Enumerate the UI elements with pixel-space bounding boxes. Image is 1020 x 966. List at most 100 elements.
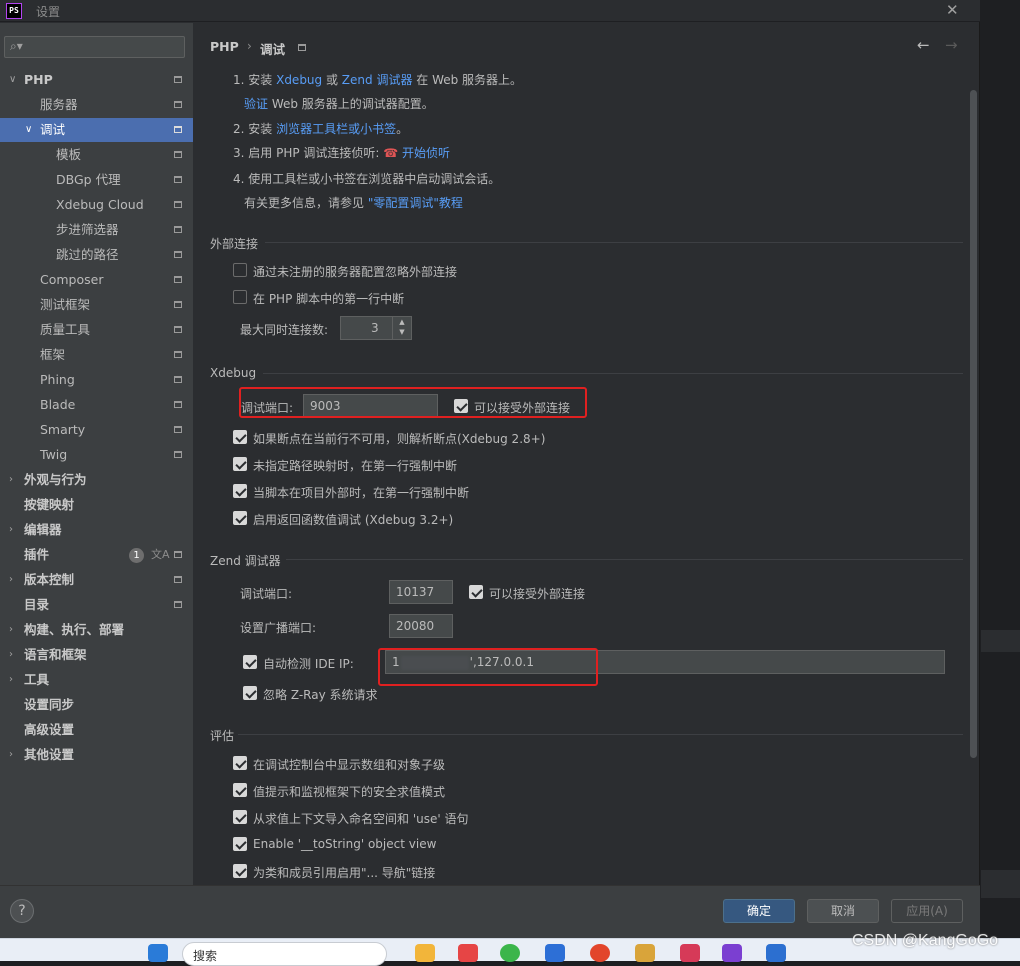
sidebar-item-dbgp[interactable]: DBGp 代理 xyxy=(0,168,193,192)
sidebar-item-test-frameworks[interactable]: 测试框架 xyxy=(0,293,193,317)
resolve-breakpoint-checkbox[interactable] xyxy=(233,430,247,444)
zend-port-label: 调试端口: xyxy=(240,587,293,601)
sidebar-item-tools[interactable]: › 工具 xyxy=(0,668,193,692)
sidebar-item-vcs[interactable]: › 版本控制 xyxy=(0,568,193,592)
zend-link[interactable]: Zend 调试器 xyxy=(342,73,413,87)
app-icon[interactable] xyxy=(680,944,700,962)
taskbar-search-label: 搜索 xyxy=(193,949,218,963)
zend-accept-external-checkbox[interactable] xyxy=(469,585,483,599)
sidebar-item-twig[interactable]: Twig xyxy=(0,443,193,467)
auto-detect-ip-checkbox[interactable] xyxy=(243,655,257,669)
broadcast-port-input[interactable]: 20080 xyxy=(389,614,453,638)
chevron-right-icon: › xyxy=(9,574,13,585)
highlight-annotation xyxy=(239,387,587,418)
xdebug-link[interactable]: Xdebug xyxy=(276,73,322,87)
breadcrumb-current: 调试 xyxy=(260,42,286,57)
close-icon[interactable]: ✕ xyxy=(946,1,959,19)
sidebar-item-build[interactable]: › 构建、执行、部署 xyxy=(0,618,193,642)
import-namespaces-checkbox[interactable] xyxy=(233,810,247,824)
xdebug-heading: Xdebug xyxy=(210,366,257,380)
chrome-icon[interactable] xyxy=(590,944,610,962)
sidebar-item-sync[interactable]: 设置同步 xyxy=(0,693,193,717)
break-first-line-label: 在 PHP 脚本中的第一行中断 xyxy=(253,292,405,306)
sidebar-item-composer[interactable]: Composer xyxy=(0,268,193,292)
dialog-footer: ? 确定 取消 应用(A) xyxy=(0,885,980,938)
sidebar-item-directories[interactable]: 目录 xyxy=(0,593,193,617)
sidebar-item-skipped-paths[interactable]: 跳过的路径 xyxy=(0,243,193,267)
sidebar-item-servers[interactable]: 服务器 xyxy=(0,93,193,117)
project-scope-icon xyxy=(174,551,182,558)
sidebar-item-plugins[interactable]: 插件 1 文A xyxy=(0,543,193,567)
sidebar-item-phing[interactable]: Phing xyxy=(0,368,193,392)
max-connections-spinner[interactable]: 3 ▲ ▼ xyxy=(340,316,412,340)
zero-config-tutorial-link[interactable]: "零配置调试"教程 xyxy=(368,196,463,210)
sidebar-item-quality-tools[interactable]: 质量工具 xyxy=(0,318,193,342)
ok-button[interactable]: 确定 xyxy=(723,899,795,923)
sidebar-item-languages[interactable]: › 语言和框架 xyxy=(0,643,193,667)
safe-mode-checkbox[interactable] xyxy=(233,783,247,797)
forward-arrow-icon[interactable]: → xyxy=(945,36,958,54)
breadcrumb-php[interactable]: PHP xyxy=(210,39,239,54)
csdn-watermark: CSDN @KangGoGo xyxy=(852,932,999,949)
force-break-no-mapping-checkbox[interactable] xyxy=(233,457,247,471)
ignore-unregistered-label: 通过未注册的服务器配置忽略外部连接 xyxy=(253,265,458,279)
ignore-unregistered-checkbox[interactable] xyxy=(233,263,247,277)
section-divider xyxy=(265,242,963,243)
sidebar-item-other[interactable]: › 其他设置 xyxy=(0,743,193,767)
tostring-checkbox[interactable] xyxy=(233,837,247,851)
app-icon[interactable] xyxy=(635,944,655,962)
break-first-line-checkbox[interactable] xyxy=(233,290,247,304)
force-break-outside-checkbox[interactable] xyxy=(233,484,247,498)
navigation-links-checkbox[interactable] xyxy=(233,864,247,878)
phpstorm-taskbar-icon[interactable] xyxy=(722,944,742,962)
project-scope-icon xyxy=(174,201,182,208)
sidebar-item-frameworks[interactable]: 框架 xyxy=(0,343,193,367)
force-break-no-mapping-label: 未指定路径映射时，在第一行强制中断 xyxy=(253,459,458,473)
cancel-button[interactable]: 取消 xyxy=(807,899,879,923)
resolve-breakpoint-label: 如果断点在当前行不可用，则解析断点(Xdebug 2.8+) xyxy=(253,432,546,446)
sidebar-item-advanced[interactable]: 高级设置 xyxy=(0,718,193,742)
start-listening-link[interactable]: 开始侦听 xyxy=(402,146,450,160)
project-scope-icon xyxy=(174,101,182,108)
file-explorer-icon[interactable] xyxy=(415,944,435,962)
mail-icon[interactable] xyxy=(766,944,786,962)
sidebar-item-appearance[interactable]: › 外观与行为 xyxy=(0,468,193,492)
title-bar: PS 设置 ✕ xyxy=(0,0,980,22)
browser-toolbar-link[interactable]: 浏览器工具栏或小书签 xyxy=(276,122,396,136)
project-scope-icon xyxy=(174,351,182,358)
sidebar-item-debug[interactable]: ∨ 调试 xyxy=(0,118,193,142)
translate-icon: 文A xyxy=(151,548,170,561)
auto-detect-ip-label: 自动检测 IDE IP: xyxy=(263,657,354,671)
taskbar-search[interactable]: 搜索 xyxy=(182,942,387,966)
sidebar-item-xdebug-cloud[interactable]: Xdebug Cloud xyxy=(0,193,193,217)
help-button[interactable]: ? xyxy=(10,899,34,923)
zend-port-input[interactable]: 10137 xyxy=(389,580,453,604)
sidebar-item-keymap[interactable]: 按键映射 xyxy=(0,493,193,517)
sidebar-item-php[interactable]: ∨ PHP xyxy=(0,68,193,92)
project-scope-icon xyxy=(174,326,182,333)
show-arrays-checkbox[interactable] xyxy=(233,756,247,770)
settings-dialog: PS 设置 ✕ ⌕▾ ∨ PHP 服务器 ∨ 调试 模板 DBGp 代理 Xdebu… xyxy=(0,0,980,938)
app-icon[interactable] xyxy=(458,944,478,962)
validate-link[interactable]: 验证 xyxy=(244,97,268,111)
wechat-icon[interactable] xyxy=(500,944,520,962)
project-scope-icon xyxy=(174,451,182,458)
vertical-scrollbar[interactable] xyxy=(970,90,977,758)
windows-start-icon[interactable] xyxy=(148,944,168,962)
spinner-arrows-icon[interactable]: ▲ ▼ xyxy=(392,317,411,339)
sidebar-item-step-filters[interactable]: 步进筛选器 xyxy=(0,218,193,242)
sidebar-item-smarty[interactable]: Smarty xyxy=(0,418,193,442)
step-1-validate: 验证 Web 服务器上的调试器配置。 xyxy=(244,97,434,111)
sidebar-item-editor[interactable]: › 编辑器 xyxy=(0,518,193,542)
sidebar-item-templates[interactable]: 模板 xyxy=(0,143,193,167)
project-scope-icon xyxy=(174,376,182,383)
search-input[interactable]: ⌕▾ xyxy=(4,36,185,58)
back-arrow-icon[interactable]: ← xyxy=(917,36,930,54)
return-values-checkbox[interactable] xyxy=(233,511,247,525)
sidebar-item-blade[interactable]: Blade xyxy=(0,393,193,417)
ignore-zray-checkbox[interactable] xyxy=(243,686,257,700)
app-icon[interactable] xyxy=(545,944,565,962)
apply-button[interactable]: 应用(A) xyxy=(891,899,963,923)
settings-content: PHP › 调试 ← → 1. 安装 Xdebug 或 Zend 调试器 在 W… xyxy=(193,23,979,885)
breadcrumb-separator: › xyxy=(247,39,252,53)
